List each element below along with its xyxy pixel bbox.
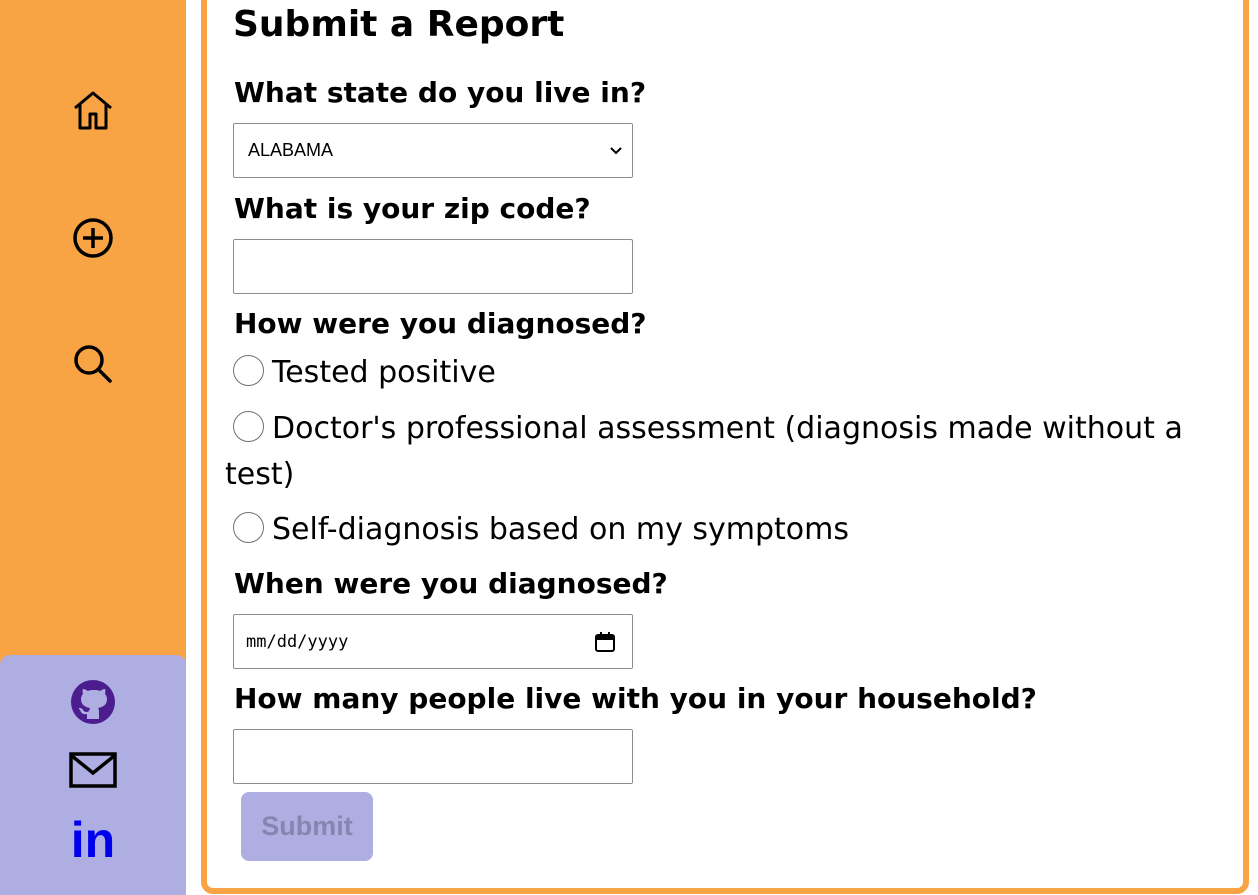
social-links-panel: in <box>0 655 186 895</box>
radio-doctor-assessment[interactable] <box>233 411 264 442</box>
mail-icon[interactable] <box>69 752 117 788</box>
search-icon[interactable] <box>71 342 115 386</box>
diagnosis-question-label: How were you diagnosed? <box>234 307 647 340</box>
date-input[interactable]: mm/dd/yyyy <box>233 614 633 669</box>
option-self-diagnosis-label: Self-diagnosis based on my symptoms <box>272 512 850 547</box>
add-circle-icon[interactable] <box>71 216 115 260</box>
linkedin-icon[interactable]: in <box>66 815 120 865</box>
state-select[interactable]: ALABAMA <box>233 123 633 178</box>
chevron-down-icon <box>610 147 622 155</box>
zip-question-label: What is your zip code? <box>234 192 591 225</box>
state-select-value: ALABAMA <box>248 140 334 160</box>
radio-tested-positive[interactable] <box>233 355 264 386</box>
state-question-label: What state do you live in? <box>234 76 647 109</box>
option-doctor-assessment-label-cont: test) <box>225 457 295 492</box>
household-input[interactable] <box>233 729 633 784</box>
calendar-icon[interactable] <box>594 631 616 653</box>
household-question-label: How many people live with you in your ho… <box>234 682 1037 715</box>
option-tested-positive-label: Tested positive <box>272 355 496 390</box>
option-doctor-assessment-label: Doctor's professional assessment (diagno… <box>272 411 1183 446</box>
page-title: Submit a Report <box>233 4 565 45</box>
date-question-label: When were you diagnosed? <box>234 567 668 600</box>
submit-button[interactable]: Submit <box>241 792 373 861</box>
radio-self-diagnosis[interactable] <box>233 512 264 543</box>
linkedin-text: in <box>70 812 116 868</box>
github-icon[interactable] <box>70 679 116 725</box>
zip-input[interactable] <box>233 239 633 294</box>
home-icon[interactable] <box>71 88 115 132</box>
date-placeholder: mm/dd/yyyy <box>246 631 349 652</box>
